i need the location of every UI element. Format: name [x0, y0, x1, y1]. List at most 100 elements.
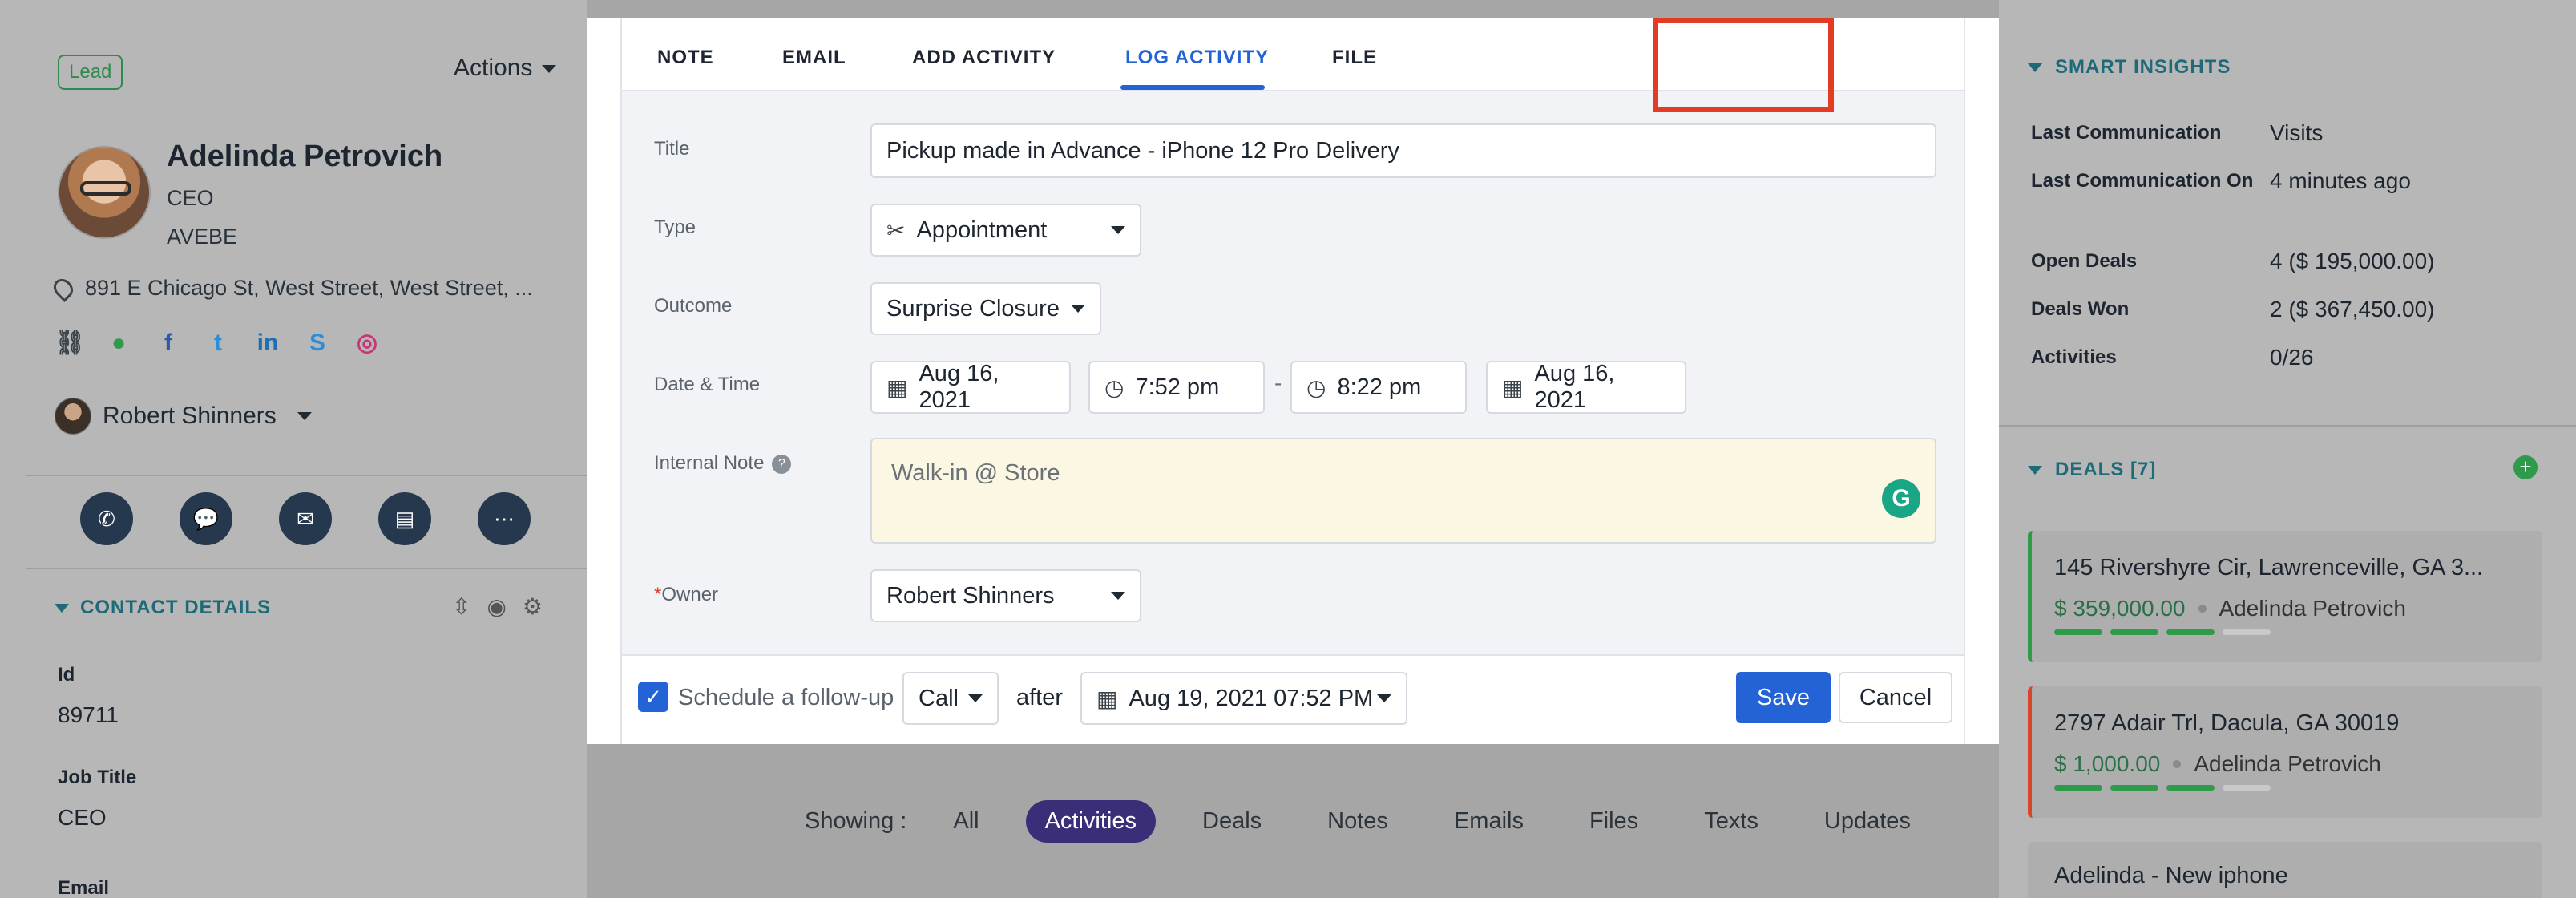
- note-placeholder: Walk-in @ Store: [891, 460, 1060, 486]
- caret-down-icon: [2028, 63, 2042, 72]
- facebook-icon[interactable]: f: [154, 330, 183, 357]
- deals-title: DEALS [7]: [2055, 459, 2157, 480]
- deal-card[interactable]: Adelinda - New iphone: [2028, 842, 2542, 898]
- start-time-input[interactable]: ◷ 7:52 pm: [1088, 361, 1265, 414]
- divider: [26, 568, 587, 569]
- end-date-value: Aug 16, 2021: [1534, 361, 1615, 413]
- deals-header[interactable]: DEALS [7]: [2028, 459, 2156, 481]
- modal-body: NOTE EMAIL ADD ACTIVITY LOG ACTIVITY FIL…: [620, 18, 1965, 744]
- owner-avatar: [55, 398, 91, 435]
- deal-title: Adelinda - New iphone: [2054, 863, 2288, 888]
- end-time-input[interactable]: ◷ 8:22 pm: [1290, 361, 1467, 414]
- internal-note-textarea[interactable]: Walk-in @ Store G: [870, 438, 1936, 544]
- separator-dot: [2198, 605, 2207, 613]
- tab-file[interactable]: FILE: [1332, 47, 1377, 69]
- inbox-icon[interactable]: ▤: [378, 492, 431, 545]
- link-icon[interactable]: ⛓: [55, 329, 85, 357]
- linkedin-icon[interactable]: in: [253, 330, 282, 357]
- sort-icon[interactable]: ⇳: [452, 593, 470, 620]
- owner-select[interactable]: Robert Shinners: [870, 569, 1141, 622]
- deal-person: Adelinda Petrovich: [2194, 751, 2381, 776]
- followup-checkbox[interactable]: ✓: [638, 682, 668, 712]
- divider: [26, 475, 587, 476]
- contact-company: AVEBE: [167, 224, 238, 249]
- insight-label: Deals Won: [2031, 298, 2130, 320]
- help-icon[interactable]: ?: [772, 454, 792, 474]
- eye-icon[interactable]: ◉: [487, 593, 506, 620]
- tab-email[interactable]: EMAIL: [782, 47, 846, 69]
- save-button[interactable]: Save: [1736, 672, 1831, 723]
- chevron-down-icon: [968, 694, 983, 702]
- field-label-email: Email: [58, 877, 110, 898]
- skype-icon[interactable]: S: [303, 330, 332, 357]
- active-tab-indicator: [1120, 85, 1265, 90]
- contact-sidebar: Lead Actions Adelinda Petrovich CEO AVEB…: [0, 0, 587, 898]
- title-value: Pickup made in Advance - iPhone 12 Pro D…: [886, 137, 1399, 164]
- chat-icon[interactable]: 💬: [180, 492, 232, 545]
- after-label: after: [1016, 685, 1064, 710]
- smart-insights-title: SMART INSIGHTS: [2055, 56, 2231, 78]
- insight-value: 2 ($ 367,450.00): [2270, 297, 2435, 322]
- instagram-icon[interactable]: ◎: [353, 329, 382, 357]
- calendar-icon: ▦: [886, 374, 908, 400]
- calendar-icon: ▦: [1096, 686, 1118, 711]
- log-activity-modal: NOTE EMAIL ADD ACTIVITY LOG ACTIVITY FIL…: [587, 18, 1999, 744]
- smart-insights-header[interactable]: SMART INSIGHTS: [2028, 56, 2231, 79]
- filter-deals[interactable]: Deals: [1183, 800, 1281, 843]
- deal-card[interactable]: 2797 Adair Trl, Dacula, GA 30019 $ 1,000…: [2028, 686, 2542, 818]
- followup-type-select[interactable]: Call: [902, 672, 999, 725]
- chevron-down-icon: [1111, 592, 1125, 600]
- filter-emails[interactable]: Emails: [1435, 800, 1543, 843]
- followup-label: Schedule a follow-up: [678, 685, 894, 710]
- filter-all[interactable]: All: [934, 800, 998, 843]
- filter-activities[interactable]: Activities: [1025, 800, 1157, 843]
- followup-datetime-select[interactable]: ▦ Aug 19, 2021 07:52 PM: [1080, 672, 1407, 725]
- tab-add-activity[interactable]: ADD ACTIVITY: [912, 47, 1056, 69]
- start-date-input[interactable]: ▦ Aug 16, 2021: [870, 361, 1071, 414]
- deal-progress: [2054, 785, 2520, 791]
- email-icon[interactable]: ✉: [279, 492, 332, 545]
- filter-files[interactable]: Files: [1570, 800, 1657, 843]
- datetime-label: Date & Time: [654, 374, 761, 395]
- type-value: Appointment: [916, 216, 1048, 243]
- insight-row: Last Communication On 4 minutes ago: [2031, 165, 2560, 197]
- filter-notes[interactable]: Notes: [1308, 800, 1407, 843]
- title-label: Title: [654, 138, 690, 160]
- gear-icon[interactable]: ⚙: [523, 593, 543, 620]
- internal-note-label-text: Internal Note: [654, 452, 765, 474]
- twitter-icon[interactable]: t: [204, 330, 232, 357]
- grammarly-icon[interactable]: G: [1882, 479, 1920, 518]
- filter-texts[interactable]: Texts: [1685, 800, 1778, 843]
- more-icon[interactable]: ⋯: [478, 492, 531, 545]
- add-deal-icon[interactable]: +: [2513, 455, 2538, 479]
- owner-name: Robert Shinners: [103, 402, 277, 429]
- contact-details-header[interactable]: CONTACT DETAILS: [55, 597, 271, 619]
- address-text: 891 E Chicago St, West Street, West Stre…: [85, 276, 533, 300]
- outcome-value: Surprise Closure: [886, 295, 1060, 322]
- type-select[interactable]: ✂ Appointment: [870, 204, 1141, 257]
- clock-icon: ◷: [1104, 374, 1124, 400]
- start-time-value: 7:52 pm: [1135, 374, 1220, 400]
- followup-type-value: Call: [919, 685, 959, 711]
- owner-label: *Owner: [654, 584, 718, 606]
- end-date-input[interactable]: ▦ Aug 16, 2021: [1486, 361, 1686, 414]
- outcome-select[interactable]: Surprise Closure: [870, 282, 1101, 335]
- tab-log-activity[interactable]: LOG ACTIVITY: [1125, 47, 1269, 69]
- actions-dropdown[interactable]: Actions: [454, 55, 557, 82]
- appointment-icon: ✂: [886, 217, 906, 243]
- tab-note[interactable]: NOTE: [657, 47, 714, 69]
- cancel-button[interactable]: Cancel: [1839, 672, 1952, 723]
- filter-updates[interactable]: Updates: [1805, 800, 1930, 843]
- phone-icon[interactable]: ✆: [80, 492, 133, 545]
- owner-selector[interactable]: Robert Shinners: [55, 398, 312, 435]
- chevron-down-icon: [297, 412, 312, 420]
- field-value-id: 89711: [58, 702, 119, 727]
- field-label-id: Id: [58, 664, 75, 686]
- insight-label: Activities: [2031, 346, 2117, 368]
- deal-card[interactable]: 145 Rivershyre Cir, Lawrenceville, GA 3.…: [2028, 531, 2542, 662]
- globe-icon[interactable]: ●: [104, 330, 133, 357]
- deal-amount: $ 1,000.00: [2054, 751, 2161, 776]
- calendar-icon: ▦: [1502, 374, 1524, 400]
- title-input[interactable]: Pickup made in Advance - iPhone 12 Pro D…: [870, 123, 1936, 178]
- timeline-filter-bar: Showing : All Activities Deals Notes Ema…: [805, 800, 1930, 843]
